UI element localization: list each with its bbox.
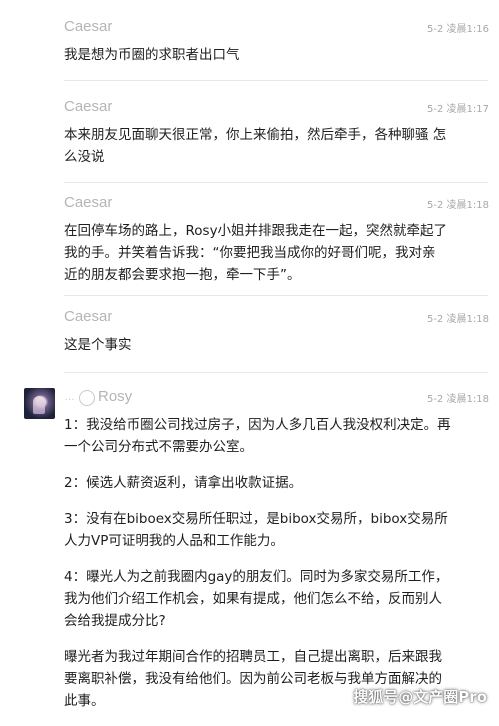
comment-time: 5-2 凌晨1:18 bbox=[427, 394, 489, 405]
comment-body: 这是个事实 bbox=[64, 334, 489, 356]
divider bbox=[64, 80, 488, 81]
author-name: Rosy bbox=[98, 388, 133, 405]
comment-line: 一个公司分布式不需要办公室。 bbox=[64, 439, 253, 455]
comment-paragraph: 3：没有在biboex交易所任职过，是bibox交易所，bibox交易所 人力V… bbox=[64, 508, 489, 552]
comment-line: 这是个事实 bbox=[64, 337, 132, 353]
comment-item: … Rosy 5-2 凌晨1:18 1：我没给币圈公司找过房子，因为人多几百人我… bbox=[64, 388, 489, 726]
decoration-icon: … bbox=[64, 390, 76, 403]
comment-line: 我的手。并笑着告诉我：“你要把我当成你的好哥们呢，我对亲 bbox=[64, 245, 436, 261]
flower-icon bbox=[79, 389, 95, 406]
comment-time: 5-2 凌晨1:18 bbox=[427, 314, 489, 325]
divider bbox=[64, 372, 488, 373]
comment-line: 2：候选人薪资返利，请拿出收款证据。 bbox=[64, 475, 303, 491]
comment-author[interactable]: Caesar bbox=[64, 308, 112, 325]
avatar[interactable] bbox=[24, 388, 55, 419]
comment-body: 我是想为币圈的求职者出口气 bbox=[64, 44, 489, 66]
comment-item: Caesar 5-2 凌晨1:16 我是想为币圈的求职者出口气 bbox=[64, 18, 489, 66]
comment-line: 3：没有在biboex交易所任职过，是bibox交易所，bibox交易所 bbox=[64, 511, 448, 527]
comment-paragraph: 2：候选人薪资返利，请拿出收款证据。 bbox=[64, 472, 489, 494]
comment-line: 我是想为币圈的求职者出口气 bbox=[64, 47, 240, 63]
comment-line: 近的朋友都会要求抱一抱，牵一下手”。 bbox=[64, 267, 301, 283]
comment-item: Caesar 5-2 凌晨1:17 本来朋友见面聊天很正常，你上来偷拍，然后牵手… bbox=[64, 98, 489, 168]
comment-author[interactable]: Caesar bbox=[64, 98, 112, 115]
comment-line: 本来朋友见面聊天很正常，你上来偷拍，然后牵手，各种聊骚 怎 bbox=[64, 127, 447, 143]
comment-body: 1：我没给币圈公司找过房子，因为人多几百人我没权利决定。再 一个公司分布式不需要… bbox=[64, 414, 489, 712]
comment-paragraph: 4：曝光人为之前我圈内gay的朋友们。同时为多家交易所工作， 我为他们介绍工作机… bbox=[64, 566, 489, 632]
comment-author[interactable]: Caesar bbox=[64, 18, 112, 35]
comment-line: 1：我没给币圈公司找过房子，因为人多几百人我没权利决定。再 bbox=[64, 417, 451, 433]
comment-thread: Caesar 5-2 凌晨1:16 我是想为币圈的求职者出口气 Caesar 5… bbox=[0, 0, 499, 715]
comment-item: Caesar 5-2 凌晨1:18 这是个事实 bbox=[64, 308, 489, 356]
comment-line: 4：曝光人为之前我圈内gay的朋友们。同时为多家交易所工作， bbox=[64, 569, 449, 585]
comment-author[interactable]: … Rosy bbox=[64, 388, 133, 406]
comment-line: 人力VP可证明我的人品和工作能力。 bbox=[64, 533, 284, 549]
comment-author[interactable]: Caesar bbox=[64, 194, 112, 211]
watermark: 搜狐号@文产圈Pro bbox=[353, 688, 487, 706]
comment-time: 5-2 凌晨1:16 bbox=[427, 24, 489, 35]
comment-line: 我为他们介绍工作机会，如果有提成，他们怎么不给，反而别人 bbox=[64, 591, 442, 607]
comment-paragraph: 1：我没给币圈公司找过房子，因为人多几百人我没权利决定。再 一个公司分布式不需要… bbox=[64, 414, 489, 458]
comment-line: 么没说 bbox=[64, 149, 105, 165]
comment-line: 会给我提成分比? bbox=[64, 613, 166, 629]
comment-body: 在回停车场的路上，Rosy小姐并排跟我走在一起，突然就牵起了 我的手。并笑着告诉… bbox=[64, 220, 489, 286]
comment-item: Caesar 5-2 凌晨1:18 在回停车场的路上，Rosy小姐并排跟我走在一… bbox=[64, 194, 489, 286]
comment-line: 曝光者为我过年期间合作的招聘员工，自己提出离职，后来跟我 bbox=[64, 649, 442, 665]
comment-line: 在回停车场的路上，Rosy小姐并排跟我走在一起，突然就牵起了 bbox=[64, 223, 448, 239]
comment-time: 5-2 凌晨1:18 bbox=[427, 200, 489, 211]
comment-time: 5-2 凌晨1:17 bbox=[427, 104, 489, 115]
divider bbox=[64, 182, 488, 183]
comment-body: 本来朋友见面聊天很正常，你上来偷拍，然后牵手，各种聊骚 怎 么没说 bbox=[64, 124, 489, 168]
divider bbox=[64, 295, 488, 296]
